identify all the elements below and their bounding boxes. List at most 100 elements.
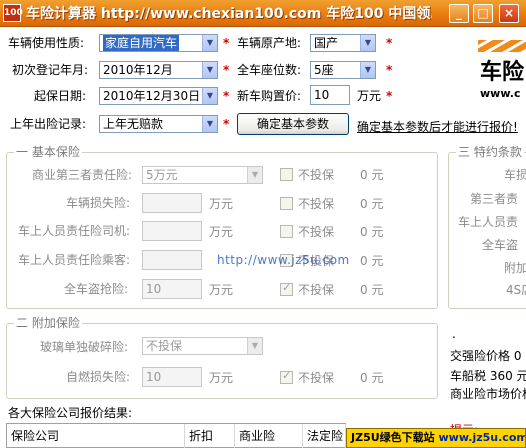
driver-label: 车上人员责任险司机: [18, 224, 131, 238]
seats-value: 5座 [314, 63, 334, 77]
chevron-down-icon[interactable]: ▼ [360, 35, 375, 51]
special-term-item: 车损 [504, 168, 526, 182]
results-title: 各大保险公司报价结果: [8, 406, 133, 420]
glass-label: 玻璃单独破碎险: [40, 340, 129, 354]
reg-date-value: 2010年12月 [103, 63, 173, 77]
special-term-item: 全车盗 [482, 238, 519, 252]
vehicle-damage-label: 车辆损失险: [66, 196, 131, 210]
confirm-params-button[interactable]: 确定基本参数 [237, 113, 349, 135]
theft-checkbox[interactable] [280, 281, 293, 296]
special-term-item: 第三者责 [470, 192, 519, 206]
market-price: 商业险市场价格 [450, 387, 526, 401]
special-term-item: 车上人员责 [458, 215, 519, 229]
seats-select[interactable]: 5座 ▼ [310, 61, 376, 79]
results-table: 保险公司 折扣 商业险 法定险 [6, 423, 346, 448]
usage-label: 车辆使用性质: [8, 36, 85, 50]
confirm-hint: 确定基本参数后才能进行报价! [357, 120, 518, 134]
price-unit: 万元 [357, 89, 382, 103]
price-input[interactable]: 10 [310, 85, 350, 105]
special-terms-title: 三 特约条款 [456, 145, 524, 159]
no-insure-label: 不投保 [298, 371, 335, 385]
passenger-input[interactable] [142, 250, 202, 270]
reg-date-label: 初次登记年月: [12, 63, 89, 77]
driver-input[interactable] [142, 221, 202, 241]
fire-label: 自燃损失险: [66, 370, 131, 384]
unit-label: 万元 [209, 225, 234, 239]
chevron-down-icon[interactable]: ▼ [360, 62, 375, 78]
chevron-down-icon[interactable]: ▼ [202, 35, 217, 51]
third-party-select[interactable]: 5万元 ▼ [142, 166, 263, 184]
theft-input[interactable]: 10 [142, 279, 202, 299]
minimize-button[interactable]: _ [449, 4, 469, 23]
start-date-value: 2010年12月30日 [103, 89, 201, 103]
window-title: 车险计算器 http://www.chexian100.com 车险100 中国… [26, 6, 432, 22]
chevron-down-icon[interactable]: ▼ [202, 116, 217, 132]
required-mark: * [223, 36, 230, 50]
maximize-button[interactable]: □ [473, 4, 493, 23]
column-header[interactable]: 商业险 [235, 424, 303, 448]
start-date-label: 起保日期: [34, 89, 87, 103]
seats-label: 全车座位数: [237, 63, 302, 77]
vehicle-damage-input[interactable] [142, 193, 202, 213]
promo-logo: 车险 [474, 34, 526, 86]
summary-dot: . [452, 327, 456, 341]
vehicle-damage-checkbox[interactable] [280, 197, 293, 210]
chevron-down-icon[interactable]: ▼ [202, 88, 217, 104]
premium-amount: 0 元 [360, 168, 384, 182]
premium-amount: 0 元 [360, 225, 384, 239]
special-term-item: 4S店 [506, 283, 526, 297]
history-value: 上年无赔款 [103, 117, 164, 131]
basic-insurance-title: 一 基本保险 [14, 145, 82, 159]
glass-value: 不投保 [146, 339, 183, 353]
title-bar: 100 车险计算器 http://www.chexian100.com 车险10… [0, 0, 526, 27]
required-mark: * [223, 63, 230, 77]
third-party-label: 商业第三者责任险: [32, 168, 133, 182]
fire-input[interactable]: 10 [142, 367, 202, 387]
unit-label: 万元 [209, 197, 234, 211]
required-mark: * [386, 36, 393, 50]
chevron-down-icon[interactable]: ▼ [247, 167, 262, 183]
column-header[interactable]: 折扣 [185, 424, 235, 448]
unit-label: 万元 [209, 283, 234, 297]
required-mark: * [223, 117, 230, 131]
unit-label: 万元 [209, 371, 234, 385]
compulsory-price: 交强险价格 0 [450, 349, 522, 363]
usage-select[interactable]: 家庭自用汽车 ▼ [99, 34, 218, 52]
addon-insurance-group [6, 323, 438, 399]
addon-insurance-title: 二 附加保险 [14, 316, 82, 330]
glass-select[interactable]: 不投保 ▼ [142, 337, 263, 355]
required-mark: * [223, 89, 230, 103]
history-label: 上年出险记录: [10, 117, 87, 131]
premium-amount: 0 元 [360, 254, 384, 268]
chevron-down-icon[interactable]: ▼ [247, 338, 262, 354]
origin-select[interactable]: 国产 ▼ [310, 34, 376, 52]
start-date-select[interactable]: 2010年12月30日 ▼ [99, 87, 218, 105]
driver-checkbox[interactable] [280, 225, 293, 238]
third-party-checkbox[interactable] [280, 168, 293, 181]
close-button[interactable]: × [499, 4, 519, 23]
usage-select-value: 家庭自用汽车 [103, 35, 180, 51]
no-insure-label: 不投保 [298, 197, 335, 211]
required-mark: * [386, 89, 393, 103]
column-header[interactable]: 保险公司 [7, 424, 185, 448]
chevron-down-icon[interactable]: ▼ [202, 62, 217, 78]
badge-left-text: JZ5U绿色下载站 [351, 431, 435, 444]
passenger-label: 车上人员责任险乘客: [18, 253, 131, 267]
promo-site-text: www.c [480, 87, 521, 100]
app-icon: 100 [3, 4, 23, 22]
no-insure-label: 不投保 [298, 225, 335, 239]
price-label: 新车购置价: [237, 89, 302, 103]
origin-label: 车辆原产地: [237, 36, 302, 50]
promo-big-text: 车险 [480, 60, 525, 85]
column-header[interactable]: 法定险 [303, 424, 346, 448]
reg-date-select[interactable]: 2010年12月 ▼ [99, 61, 218, 79]
origin-select-value: 国产 [314, 36, 339, 50]
no-insure-label: 不投保 [298, 283, 335, 297]
logo-stripe [478, 40, 526, 52]
special-term-item: 附加 [504, 261, 526, 275]
watermark-text: http://www.jz5u.com [217, 253, 350, 267]
theft-label: 全车盗抢险: [64, 282, 129, 296]
history-select[interactable]: 上年无赔款 ▼ [99, 115, 218, 133]
fire-checkbox[interactable] [280, 369, 293, 384]
third-party-value: 5万元 [146, 168, 178, 182]
